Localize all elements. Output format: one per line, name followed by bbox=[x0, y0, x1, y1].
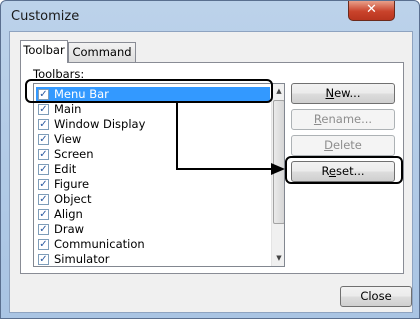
customize-dialog: Customize ✕ Toolbar Command Toolbars: ✓ … bbox=[0, 0, 420, 319]
drag-arrow-head bbox=[271, 163, 285, 175]
drag-arrow-line bbox=[176, 103, 273, 170]
tab-toolbar[interactable]: Toolbar bbox=[20, 40, 68, 63]
